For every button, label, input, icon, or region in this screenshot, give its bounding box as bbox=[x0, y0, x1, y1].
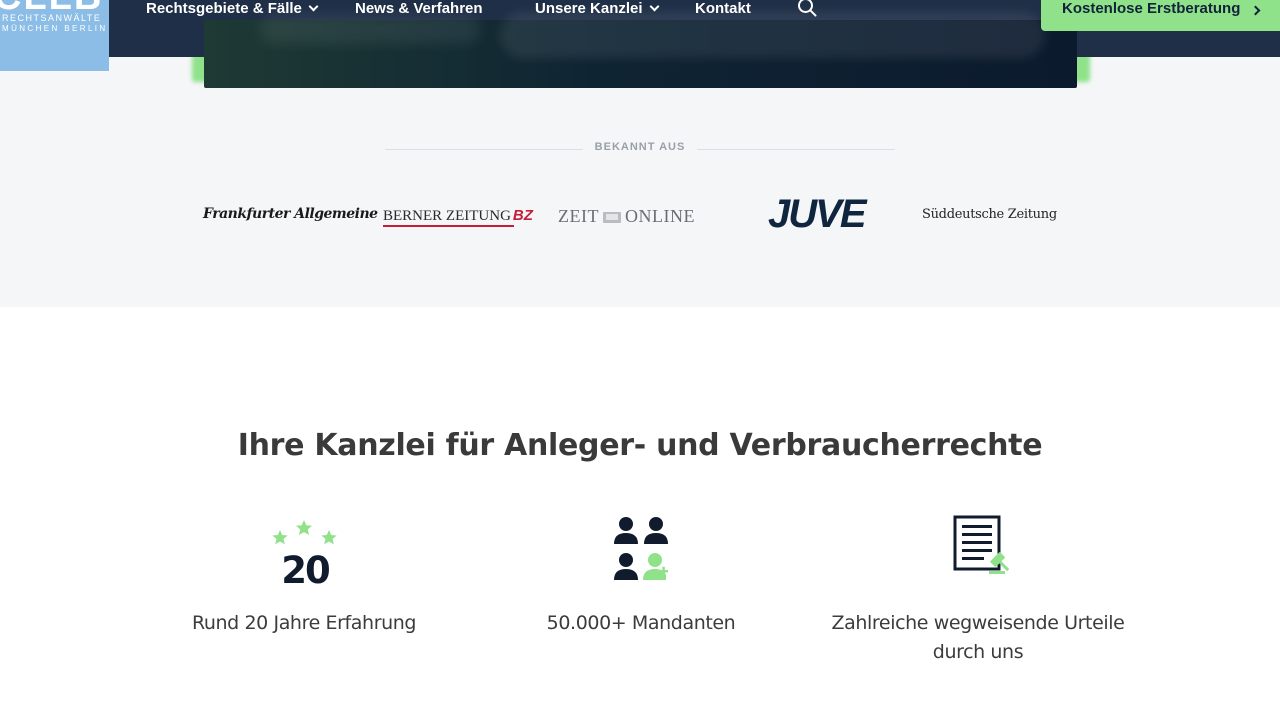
nav-label: Rechtsgebiete & Fälle bbox=[146, 0, 302, 17]
logo-cities: MÜNCHEN BERLIN bbox=[2, 24, 108, 33]
stars-20-icon: 20 bbox=[272, 520, 337, 587]
document-gavel-icon bbox=[953, 515, 1010, 574]
nav-label: Unsere Kanzlei bbox=[535, 0, 643, 17]
press-heading: BEKANNT AUS bbox=[385, 141, 895, 157]
search-icon[interactable] bbox=[797, 0, 817, 17]
press-title: BEKANNT AUS bbox=[582, 141, 698, 153]
years-badge: 20 bbox=[281, 549, 329, 587]
sueddeutsche-zeitung-logo: Süddeutsche Zeitung bbox=[922, 207, 1057, 222]
section-title: Ihre Kanzlei für Anleger- und Verbrauche… bbox=[237, 428, 1043, 463]
bz-mark: BZ bbox=[512, 207, 533, 224]
berner-zeitung-logo: BERNER ZEITUNG BZ bbox=[383, 207, 533, 225]
berner-zeitung-underline bbox=[383, 225, 514, 227]
juve-logo: JUVE bbox=[768, 192, 866, 236]
chevron-right-icon bbox=[1250, 5, 1261, 16]
free-consultation-button[interactable]: Kostenlose Erstberatung bbox=[1041, 0, 1280, 31]
clients-icon bbox=[614, 517, 668, 580]
press-section bbox=[0, 57, 1280, 307]
faz-logo: Frankfurter Allgemeine bbox=[203, 206, 378, 222]
online-text: ONLINE bbox=[624, 206, 695, 226]
feature-label-line1: Zahlreiche wegweisende Urteile bbox=[831, 612, 1125, 634]
nav-item-kanzlei[interactable]: Unsere Kanzlei bbox=[535, 0, 659, 19]
nav-item-rechtsgebiete[interactable]: Rechtsgebiete & Fälle bbox=[146, 0, 319, 19]
cta-label: Kostenlose Erstberatung bbox=[1062, 0, 1241, 17]
zeit-text: ZEIT bbox=[558, 206, 599, 226]
nav-label: Kontakt bbox=[695, 0, 751, 17]
berner-zeitung-text: BERNER ZEITUNG bbox=[383, 208, 511, 224]
chevron-down-icon bbox=[649, 1, 659, 11]
feature-label: Rund 20 Jahre Erfahrung bbox=[191, 612, 417, 634]
feature-label: 50.000+ Mandanten bbox=[546, 612, 736, 634]
chevron-down-icon bbox=[308, 1, 319, 11]
feature-label-line2: durch uns bbox=[932, 641, 1024, 663]
feature-judgments: Zahlreiche wegweisende Urteile durch uns bbox=[813, 609, 1143, 667]
feature-clients: 50.000+ Mandanten bbox=[476, 609, 806, 638]
zeit-online-logo: ZEIT ONLINE bbox=[558, 206, 695, 227]
site-logo[interactable]: CLLB RECHTSANWÄLTE MÜNCHEN BERLIN bbox=[0, 0, 109, 71]
logo-tagline: RECHTSANWÄLTE bbox=[2, 13, 102, 23]
nav-item-kontakt[interactable]: Kontakt bbox=[695, 0, 751, 19]
nav-item-news[interactable]: News & Verfahren bbox=[355, 0, 483, 19]
nav-label: News & Verfahren bbox=[355, 0, 483, 17]
feature-experience: Rund 20 Jahre Erfahrung bbox=[139, 609, 469, 638]
zeit-emblem-icon bbox=[602, 211, 621, 223]
